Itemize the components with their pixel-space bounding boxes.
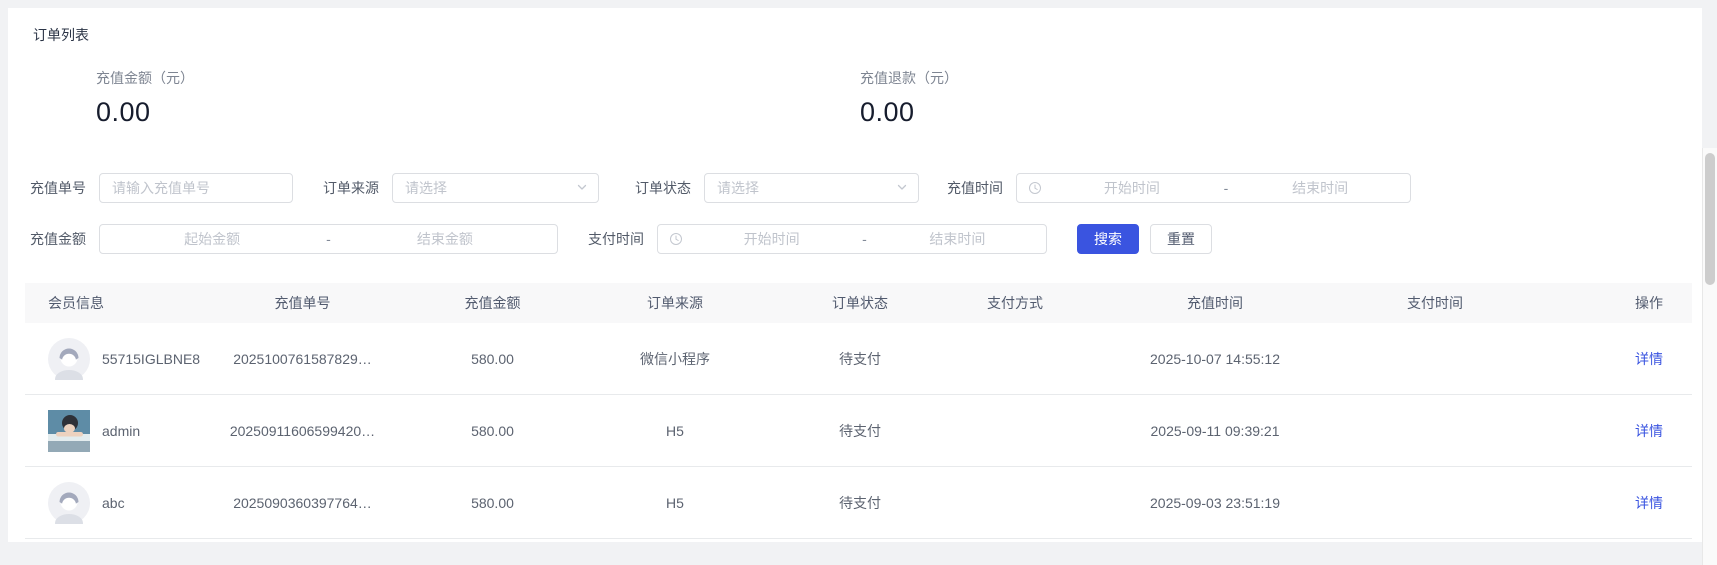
clock-icon [1028,181,1042,195]
member-cell: abc [25,482,210,524]
chevron-down-icon [576,180,588,196]
chevron-down-icon [896,180,908,196]
search-button[interactable]: 搜索 [1077,224,1139,254]
col-action: 操作 [1510,293,1692,313]
amount: 580.00 [395,495,590,511]
recharge-amount-range[interactable]: 起始金额 - 结束金额 [99,224,558,254]
scrollbar-track[interactable] [1702,148,1717,565]
filter-row-1: 充值单号 订单来源 请选择 订单状态 请选择 充值时间 开始时间 - 结束时间 [30,173,1411,203]
recharge-time-range-picker[interactable]: 开始时间 - 结束时间 [1016,173,1411,203]
col-status: 订单状态 [760,293,960,313]
stat-recharge-amount-value: 0.00 [96,97,194,128]
page-title: 订单列表 [33,25,89,45]
table-header: 会员信息 充值单号 充值金额 订单来源 订单状态 支付方式 充值时间 支付时间 … [25,283,1692,323]
member-name: abc [102,495,125,511]
col-order-no: 充值单号 [210,293,395,313]
order-status-placeholder: 请选择 [717,178,759,198]
member-cell: admin [25,410,210,452]
status: 待支付 [760,349,960,369]
order-list-panel: 订单列表 充值金额（元） 0.00 充值退款（元） 0.00 充值单号 订单来源… [8,8,1702,542]
detail-link[interactable]: 详情 [1635,351,1663,367]
status: 待支付 [760,421,960,441]
pay-time-label: 支付时间 [588,229,644,249]
order-no: 2025100761587829… [210,351,395,367]
col-pay-method: 支付方式 [960,293,1070,313]
default-avatar [48,338,90,380]
order-no: 2025090360397764… [210,495,395,511]
stat-recharge-refund-value: 0.00 [860,97,958,128]
default-avatar [48,482,90,524]
col-source: 订单来源 [590,293,760,313]
amount-end-placeholder[interactable]: 结束金额 [333,229,557,249]
filter-row-2: 充值金额 起始金额 - 结束金额 支付时间 开始时间 - 结束时间 搜索 重置 [30,224,1411,254]
table-row: admin 20250911606599420… 580.00 H5 待支付 2… [25,395,1692,467]
col-amount: 充值金额 [395,293,590,313]
recharge-time: 2025-09-03 23:51:19 [1070,495,1360,511]
member-cell: 55715IGLBNE8 [25,338,210,380]
order-status-label: 订单状态 [635,178,691,198]
stat-recharge-refund: 充值退款（元） 0.00 [860,68,958,128]
amount: 580.00 [395,351,590,367]
stat-recharge-amount-label: 充值金额（元） [96,68,194,88]
range-separator: - [1222,180,1231,196]
recharge-time: 2025-09-11 09:39:21 [1070,423,1360,439]
range-separator: - [860,231,869,247]
order-no: 20250911606599420… [210,423,395,439]
member-name: 55715IGLBNE8 [102,351,200,367]
pay-time-range-picker[interactable]: 开始时间 - 结束时间 [657,224,1047,254]
clock-icon [669,232,683,246]
amount-start-placeholder[interactable]: 起始金额 [100,229,324,249]
recharge-time-start-placeholder[interactable]: 开始时间 [1042,178,1222,198]
member-name: admin [102,423,140,439]
amount: 580.00 [395,423,590,439]
detail-link[interactable]: 详情 [1635,495,1663,511]
order-source-placeholder: 请选择 [405,178,447,198]
recharge-time-label: 充值时间 [947,178,1003,198]
recharge-time-end-placeholder[interactable]: 结束时间 [1230,178,1410,198]
col-member: 会员信息 [25,293,210,313]
source: 微信小程序 [590,349,760,369]
status: 待支付 [760,493,960,513]
source: H5 [590,423,760,439]
recharge-no-label: 充值单号 [30,178,86,198]
photo-avatar [48,410,90,452]
source: H5 [590,495,760,511]
order-source-select[interactable]: 请选择 [392,173,599,203]
recharge-time: 2025-10-07 14:55:12 [1070,351,1360,367]
col-recharge-time: 充值时间 [1070,293,1360,313]
scrollbar-thumb[interactable] [1705,153,1715,285]
order-source-label: 订单来源 [323,178,379,198]
range-separator: - [324,231,333,247]
table-row: abc 2025090360397764… 580.00 H5 待支付 2025… [25,467,1692,539]
filter-bar: 充值单号 订单来源 请选择 订单状态 请选择 充值时间 开始时间 - 结束时间 … [30,173,1411,275]
order-status-select[interactable]: 请选择 [704,173,919,203]
col-pay-time: 支付时间 [1360,293,1510,313]
pay-time-end-placeholder[interactable]: 结束时间 [869,229,1046,249]
stat-recharge-refund-label: 充值退款（元） [860,68,958,88]
recharge-no-input[interactable] [99,173,293,203]
reset-button[interactable]: 重置 [1150,224,1212,254]
recharge-amount-label: 充值金额 [30,229,86,249]
stat-recharge-amount: 充值金额（元） 0.00 [96,68,194,128]
detail-link[interactable]: 详情 [1635,423,1663,439]
orders-table: 会员信息 充值单号 充值金额 订单来源 订单状态 支付方式 充值时间 支付时间 … [25,283,1692,539]
pay-time-start-placeholder[interactable]: 开始时间 [683,229,860,249]
table-row: 55715IGLBNE8 2025100761587829… 580.00 微信… [25,323,1692,395]
